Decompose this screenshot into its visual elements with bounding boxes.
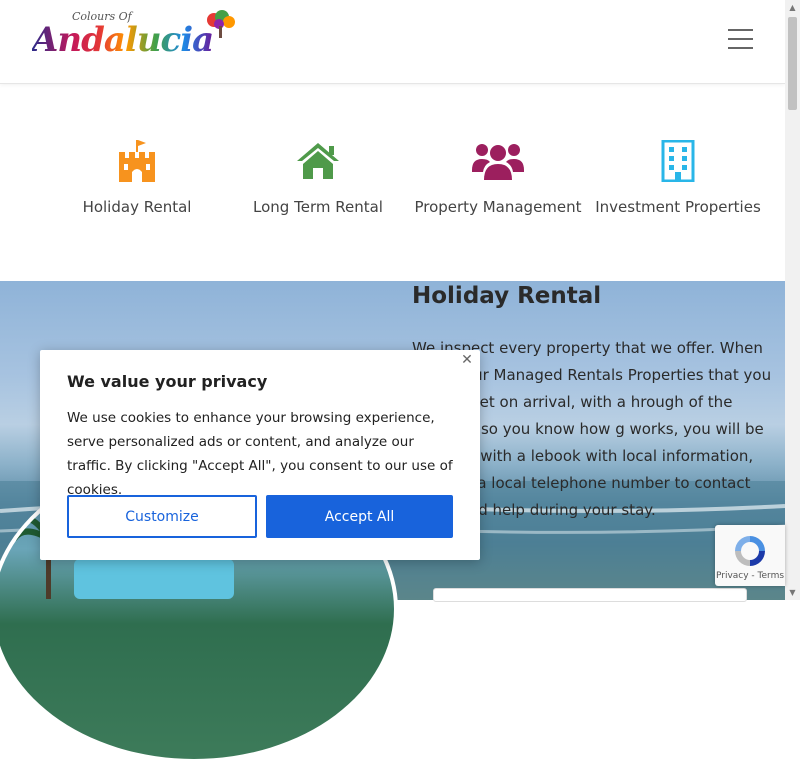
castle-icon bbox=[119, 140, 155, 182]
site-logo[interactable]: Colours Of Andalucia bbox=[30, 10, 262, 70]
service-label: Holiday Rental bbox=[82, 198, 192, 216]
cookie-text: We use cookies to enhance your browsing … bbox=[67, 410, 453, 498]
recaptcha-badge[interactable]: Privacy - Terms bbox=[715, 525, 785, 586]
users-icon bbox=[472, 144, 524, 180]
service-label: Property Management bbox=[414, 198, 582, 216]
pool-shape bbox=[74, 559, 234, 599]
cookie-title: We value your privacy bbox=[67, 372, 268, 391]
tree-icon bbox=[207, 10, 235, 38]
service-label: Long Term Rental bbox=[253, 198, 383, 216]
recaptcha-links[interactable]: Privacy - Terms bbox=[715, 571, 785, 581]
service-property-management[interactable]: Property Management bbox=[408, 140, 588, 221]
logo-main-text: Andalucia bbox=[32, 20, 214, 60]
service-long-term-rental[interactable]: Long Term Rental bbox=[228, 140, 408, 221]
close-icon[interactable]: ✕ bbox=[459, 352, 475, 368]
scrollbar-thumb[interactable] bbox=[788, 17, 797, 110]
hamburger-menu-icon[interactable] bbox=[728, 29, 753, 49]
service-holiday-rental[interactable]: Holiday Rental bbox=[47, 140, 227, 221]
scroll-up-arrow-icon[interactable]: ▲ bbox=[785, 0, 800, 15]
building-icon bbox=[661, 140, 695, 182]
customize-button[interactable]: Customize bbox=[67, 495, 257, 538]
service-label: Investment Properties bbox=[595, 198, 761, 216]
recaptcha-icon bbox=[735, 536, 765, 566]
service-investment-properties[interactable]: Investment Properties bbox=[588, 140, 768, 221]
cookie-consent-banner: ✕ We value your privacy We use cookies t… bbox=[40, 350, 480, 560]
page-scrollbar[interactable]: ▲ ▼ bbox=[785, 0, 800, 600]
accept-all-button[interactable]: Accept All bbox=[266, 495, 453, 538]
house-icon bbox=[297, 143, 339, 179]
scroll-down-arrow-icon[interactable]: ▼ bbox=[785, 585, 800, 600]
hero-title: Holiday Rental bbox=[412, 283, 602, 309]
site-header: Colours Of Andalucia bbox=[0, 0, 785, 84]
